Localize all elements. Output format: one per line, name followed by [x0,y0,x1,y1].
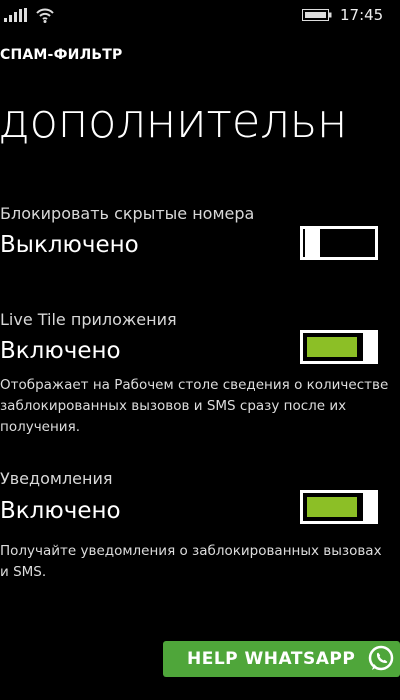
setting-value-live-tile: Включено [0,338,121,364]
watermark-text: HELP WHATSAPP [187,649,356,669]
toggle-thumb[interactable] [305,226,320,260]
toggle-live-tile[interactable] [300,330,378,364]
status-bar: 17:45 [0,0,400,30]
toggle-thumb[interactable] [363,330,378,364]
signal-bars-icon [4,8,27,22]
setting-description-notifications: Получайте уведомления о заблокированных … [0,543,382,580]
page-title: дополнительн [0,94,347,149]
setting-description-live-tile: Отображает на Рабочем столе сведения о к… [0,377,389,435]
setting-label-block-hidden: Блокировать скрытые номера [0,204,255,223]
clock: 17:45 [340,6,384,24]
whatsapp-icon [368,645,394,671]
battery-icon [302,9,332,21]
toggle-fill [307,337,357,357]
setting-label-live-tile: Live Tile приложения [0,310,177,329]
toggle-block-hidden[interactable] [300,226,378,260]
wifi-icon [36,8,54,23]
setting-label-notifications: Уведомления [0,469,113,488]
watermark-banner: HELP WHATSAPP [163,641,400,677]
toggle-fill [307,497,357,517]
setting-value-notifications: Включено [0,498,121,524]
setting-value-block-hidden: Выключено [0,232,139,258]
toggle-notifications[interactable] [300,490,378,524]
app-title: СПАМ-ФИЛЬТР [0,47,123,63]
toggle-thumb[interactable] [363,490,378,524]
